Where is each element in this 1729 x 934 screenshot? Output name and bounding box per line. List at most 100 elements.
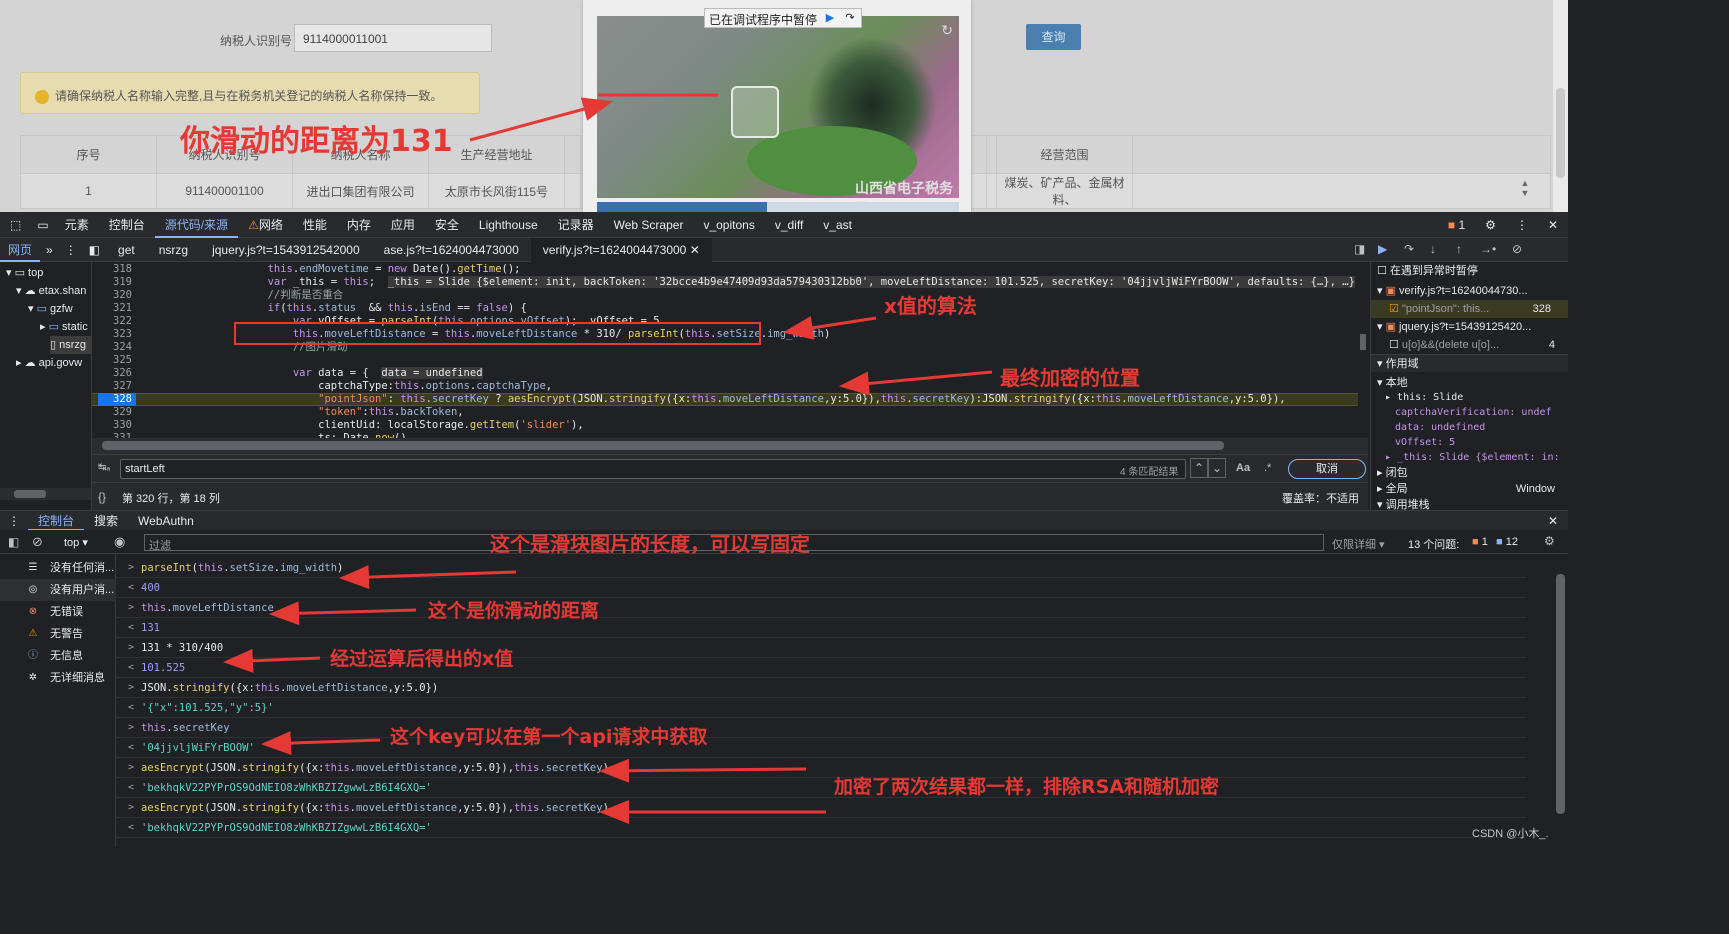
settings-icon[interactable]: ⚙ [1475,212,1506,238]
scrollbar-thumb[interactable] [1556,88,1565,178]
drawer-close-icon[interactable]: ✕ [1538,511,1568,531]
sidebar-item-warnings[interactable]: ⚠ 无警告 [0,623,116,645]
nav-item-gzfw[interactable]: ▾ ▭ gzfw [28,300,73,318]
drawer-tab-console[interactable]: 控制台 [28,511,85,531]
tab-network[interactable]: ⚠网络 [238,212,293,238]
console-row[interactable]: <131 [116,618,1526,638]
line-number[interactable]: 327 [92,380,132,393]
scrollbar-thumb[interactable] [1556,574,1565,814]
sidebar-item-info[interactable]: ⓘ 无信息 [0,645,116,667]
tab-sources[interactable]: 源代码/来源 [154,212,239,238]
refresh-icon[interactable]: ↻ [941,22,953,39]
callstack-section[interactable]: ▾ 调用堆栈 [1377,496,1430,510]
close-tab-icon[interactable]: ✕ [690,243,700,257]
console-settings-icon[interactable]: ⚙ [1544,534,1555,548]
sidebar-item-user-messages[interactable]: ◎ 没有用户消... [0,579,116,601]
tab-security[interactable]: 安全 [425,212,469,238]
line-number[interactable]: 319 [92,276,132,289]
context-selector[interactable]: top ▾ [64,536,88,549]
search-input[interactable]: startLeft [120,459,1186,479]
line-number[interactable]: 326 [92,367,132,380]
deactivate-breakpoints-icon[interactable]: ⊘ [1512,242,1522,256]
log-level-dropdown[interactable]: 仅限详细 ▾ [1332,536,1385,552]
tab-recorder[interactable]: 记录器 [548,212,604,238]
breakpoint-file-jquery[interactable]: ▾ ▣ jquery.js?t=15439125420... [1377,318,1531,336]
breakpoint-item[interactable]: ☑ "pointJson": this... 328 [1371,300,1568,318]
nav-hscrollbar[interactable] [0,488,91,500]
tab-console[interactable]: 控制台 [99,212,155,238]
console-row[interactable]: < 'bekhqkV22PYPrOS9OdNEIO8zWhKBZIZgwwLzB6… [116,818,1526,838]
console-row[interactable]: < '{"x":101.525,"y":5}' [116,698,1526,718]
line-number[interactable]: 318 [92,263,132,276]
issues-info-badge[interactable]: ■ 12 [1496,536,1518,548]
line-number[interactable]: 328 [92,393,132,406]
console-row[interactable]: < '04jjvljWiFYrBOOW' [116,738,1526,758]
console-row[interactable]: >131 * 310/400 [116,638,1526,658]
editor-hscrollbar[interactable] [92,438,1368,454]
sidebar-item-verbose[interactable]: ✲ 无详细消息 [0,667,116,689]
more-tabs-icon[interactable]: » [40,238,59,262]
code-editor[interactable]: 318 319 320 321 322 323 324 325 326 327 … [92,262,1368,438]
editor-vscrollbar[interactable] [1358,262,1368,438]
tab-lighthouse[interactable]: Lighthouse [469,212,548,238]
search-cancel-button[interactable]: 取消 [1288,459,1366,479]
scrollbar-thumb[interactable] [14,490,46,498]
sidebar-item-messages[interactable]: ☰ 没有任何消... [0,557,116,579]
nav-item-static[interactable]: ▸ ▭ static [40,318,88,336]
line-number[interactable]: 323 [92,328,132,341]
drawer-tab-search[interactable]: 搜索 [84,511,128,531]
console-row[interactable]: > aesEncrypt(JSON.stringify({x:this.moveL… [116,798,1526,818]
checkbox-checked-icon[interactable]: ☑ [1389,303,1399,315]
clear-console-icon[interactable]: ⊘ [32,534,43,550]
console-scrollbar[interactable] [1553,554,1568,847]
tab-web-scraper[interactable]: Web Scraper [604,212,694,238]
issues-error-badge[interactable]: ■ 1 [1472,536,1488,548]
line-number[interactable]: 329 [92,406,132,419]
scrollbar-thumb[interactable] [102,441,1224,450]
line-gutter[interactable]: 318 319 320 321 322 323 324 325 326 327 … [92,263,132,438]
scope-section[interactable]: ▾ 作用域 [1371,354,1568,372]
tab-memory[interactable]: 内存 [337,212,381,238]
line-number[interactable]: 320 [92,289,132,302]
toggle-debugger-icon[interactable]: ◨ [1354,242,1365,256]
scope-var[interactable]: ▸ _this: Slide {$element: in: [1385,449,1560,467]
regex-toggle[interactable]: .* [1264,462,1271,474]
file-tab-get[interactable]: get [106,238,147,262]
console-row[interactable]: > JSON.stringify({x:this.moveLeftDistance… [116,678,1526,698]
step-over-icon[interactable]: ↷ [843,11,857,25]
pretty-print-icon[interactable]: {} [98,490,106,504]
breakpoint-file-verify[interactable]: ▾ ▣ verify.js?t=16240044730... [1377,282,1528,300]
sidebar-item-errors[interactable]: ⊗ 无错误 [0,601,116,623]
step-over-icon[interactable]: ↷ [1404,242,1414,256]
step-out-icon[interactable]: ↑ [1456,242,1462,256]
console-row[interactable]: <400 [116,578,1526,598]
scrollbar-thumb[interactable] [1360,334,1366,350]
pause-on-exception-checkbox[interactable]: ☐ 在遇到异常时暂停 [1377,262,1478,280]
replace-toggle-icon[interactable]: ↹ₐ [98,462,110,473]
tab-performance[interactable]: 性能 [293,212,337,238]
tab-elements[interactable]: 元素 [55,212,99,238]
page-scrollbar[interactable] [1553,0,1568,212]
query-button[interactable]: 查询 [1026,24,1081,50]
nav-item-etax[interactable]: ▾ ☁ etax.shan [16,282,86,300]
breakpoint-item[interactable]: ☐ u[o]&&(delete u[o]... 4 [1389,336,1568,354]
sidebar-toggle-icon[interactable]: ◧ [8,535,19,549]
resume-icon[interactable]: ▶ [823,11,837,25]
nav-tab-page[interactable]: 网页 [0,238,41,262]
console-row[interactable]: > aesEncrypt(JSON.stringify({x:this.moveL… [116,758,1526,778]
console-row[interactable]: > this.moveLeftDistance [116,598,1526,618]
step-into-icon[interactable]: ↓ [1430,242,1436,256]
file-tab-verify[interactable]: verify.js?t=1624004473000 ✕ [530,237,712,262]
inspect-icon[interactable]: ⬚ [0,212,31,238]
line-number[interactable]: 330 [92,419,132,432]
drawer-tab-webauthn[interactable]: WebAuthn [128,511,204,531]
toggle-navigator-icon[interactable]: ◧ [83,238,106,262]
resume-icon[interactable]: ▶ [1378,242,1387,256]
nav-menu-icon[interactable]: ⋮ [59,238,83,262]
console-row[interactable]: < 'bekhqkV22PYPrOS9OdNEIO8zWhKBZIZgwwLzB6… [116,778,1526,798]
close-icon[interactable]: ✕ [1538,212,1568,238]
tab-v-diff[interactable]: v_diff [765,212,813,238]
file-tab-ase[interactable]: ase.js?t=1624004473000 [372,238,531,262]
more-icon[interactable]: ⋮ [1506,212,1538,238]
nav-item-nsrzg[interactable]: ▯ nsrzg [50,336,91,354]
